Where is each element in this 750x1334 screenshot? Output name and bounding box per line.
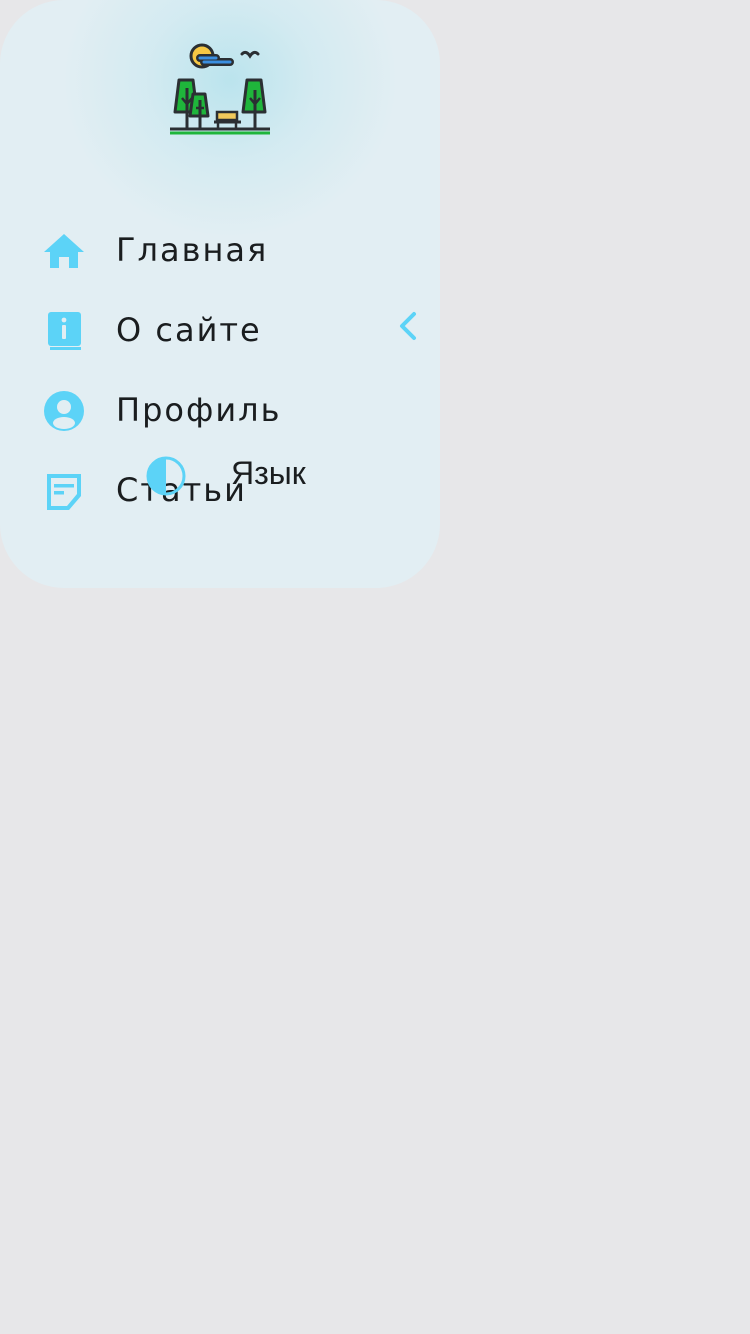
menu-item-label: Профиль [116, 391, 282, 429]
notes-icon [47, 474, 81, 510]
user-circle-icon [44, 391, 84, 431]
menu-item-label: Главная [116, 231, 269, 269]
home-icon [44, 234, 84, 268]
menu-item-articles[interactable]: Статьи [0, 460, 440, 520]
contrast-icon[interactable] [144, 454, 188, 498]
menu-item-about[interactable]: О сайте [0, 300, 440, 360]
side-navigation-panel: Главная О сайте Профиль Статьи Язык [0, 0, 440, 588]
info-book-icon [48, 312, 81, 350]
page: Главная О сайте Профиль Статьи Язык [0, 0, 750, 1334]
menu-item-home[interactable]: Главная [0, 220, 440, 280]
menu-item-profile[interactable]: Профиль [0, 380, 440, 440]
park-logo-icon[interactable] [160, 36, 280, 146]
language-selector[interactable]: Язык [231, 453, 306, 493]
menu-item-label: О сайте [116, 311, 262, 349]
chevron-left-icon[interactable] [394, 310, 422, 344]
